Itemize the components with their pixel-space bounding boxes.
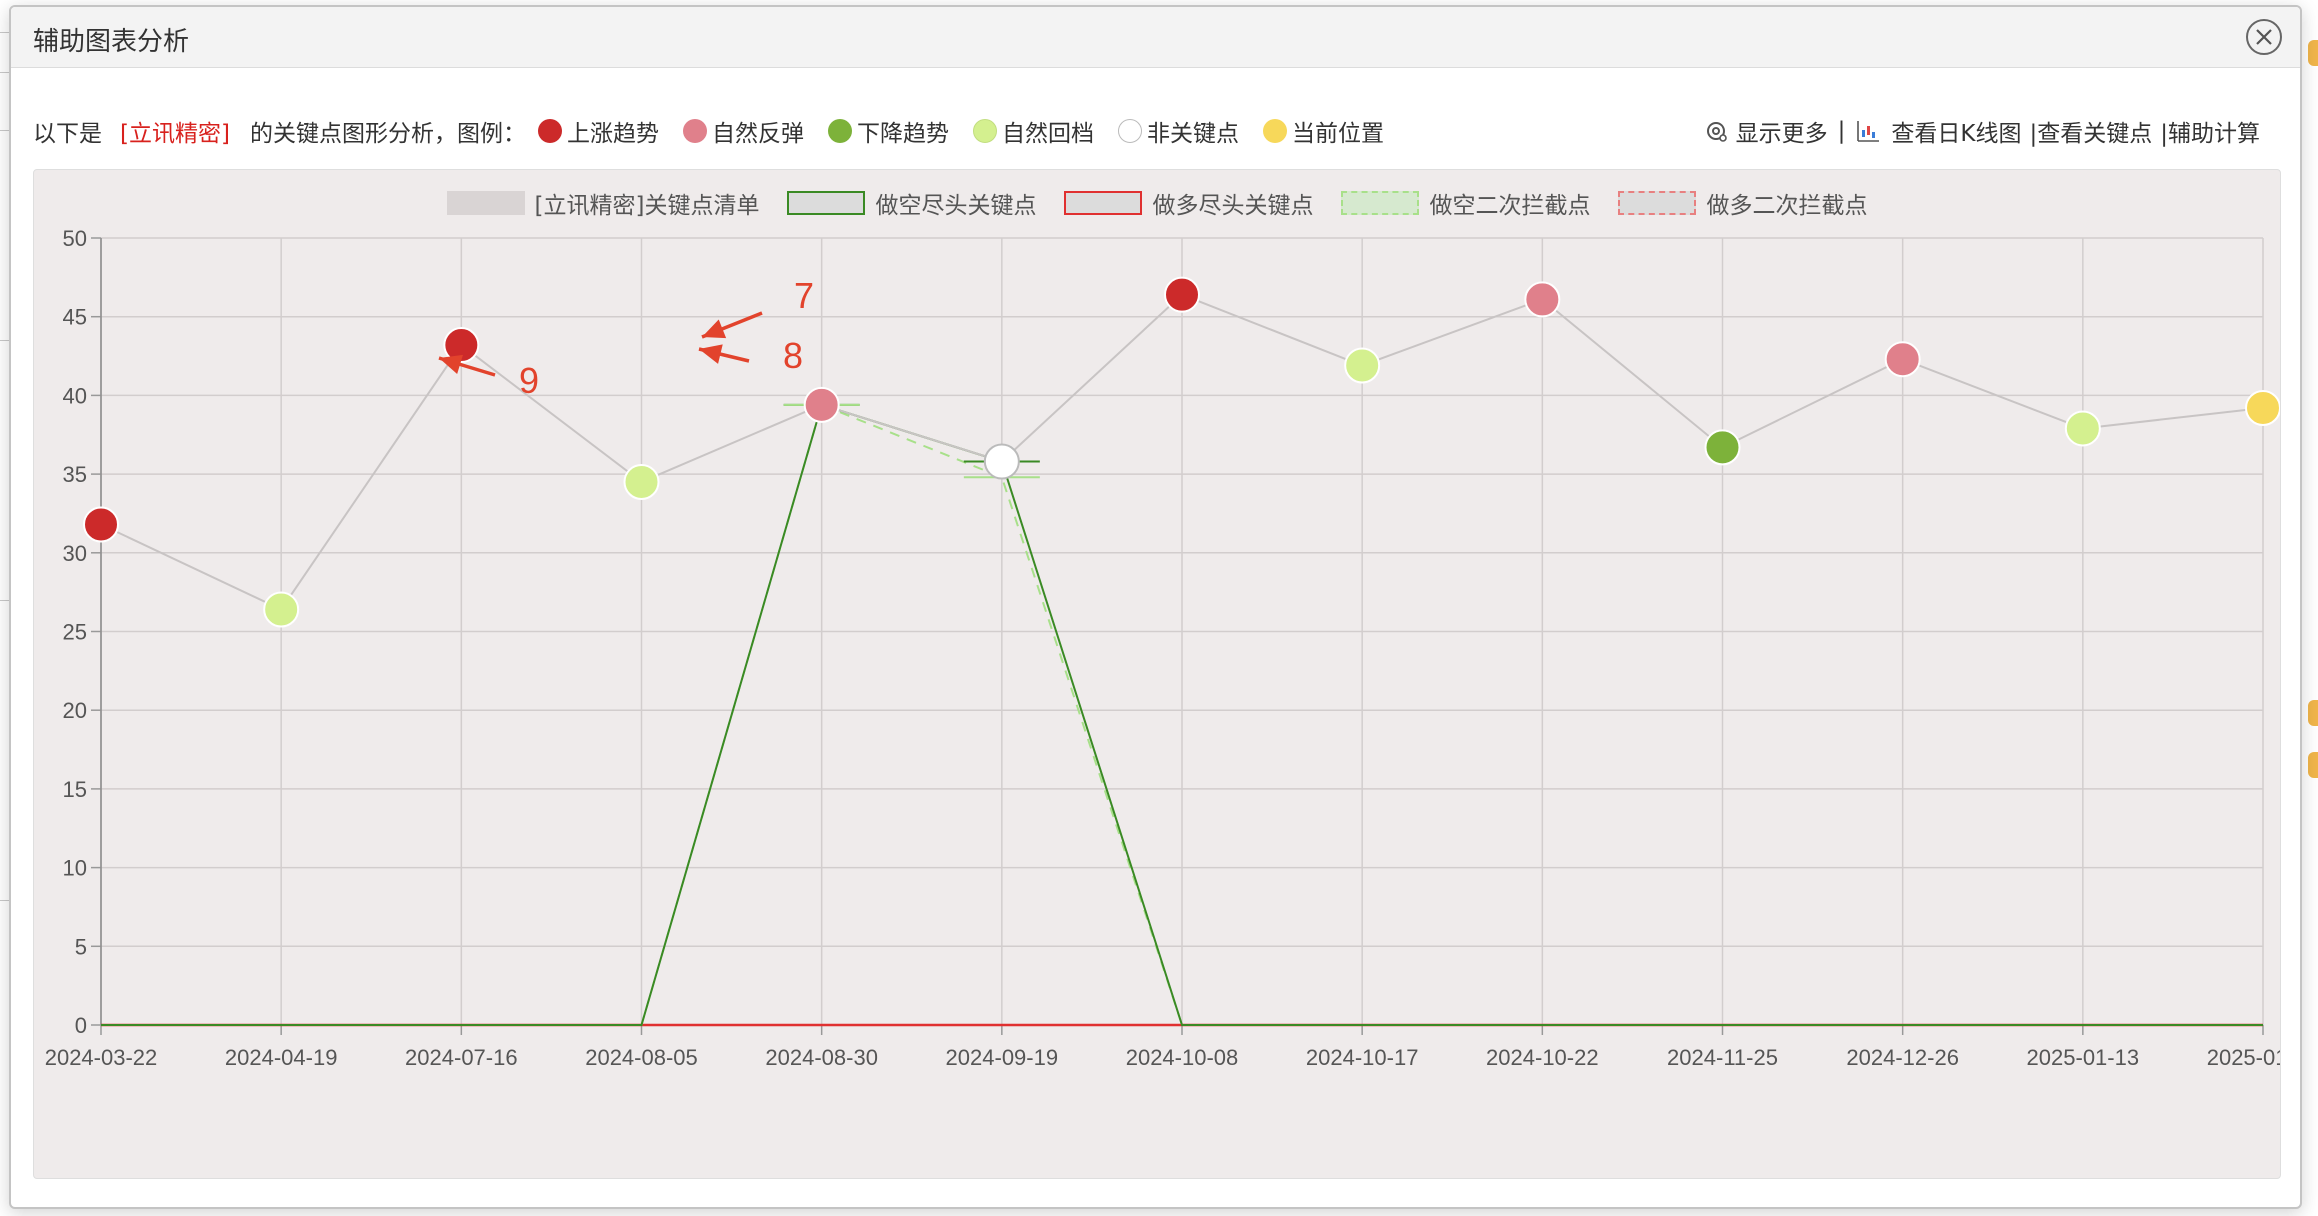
annotation-label: 8 bbox=[783, 335, 803, 376]
legend-label: 上涨趋势 bbox=[566, 121, 659, 147]
x-tick-label: 2024-09-19 bbox=[946, 1045, 1059, 1070]
x-tick-label: 2024-08-30 bbox=[765, 1045, 878, 1070]
keypoint-marker bbox=[1524, 281, 1561, 318]
keypoint-marker bbox=[2245, 389, 2280, 426]
chart-legend-label: [立讯精密]关键点清单 bbox=[534, 193, 760, 219]
intro-suffix: 的关键点图形分析，图例： bbox=[249, 121, 526, 147]
intro-prefix: 以下是 bbox=[33, 121, 102, 147]
x-tick-label: 2024-11-25 bbox=[1667, 1045, 1778, 1070]
close-button[interactable] bbox=[2246, 19, 2282, 55]
legend-dot-icon bbox=[972, 119, 997, 143]
y-tick-label: 20 bbox=[63, 698, 87, 723]
chart-legend-label: 做空二次拦截点 bbox=[1429, 193, 1591, 219]
y-tick-label: 40 bbox=[63, 383, 87, 408]
x-tick-label: 2025-01-13 bbox=[2027, 1045, 2140, 1070]
x-tick-label: 2024-10-08 bbox=[1126, 1045, 1239, 1070]
background-marker bbox=[2308, 752, 2318, 778]
chart-legend-long-end[interactable]: 做多尽头关键点 bbox=[1064, 186, 1313, 220]
annotation-label: 9 bbox=[519, 360, 539, 401]
y-tick-label: 15 bbox=[63, 777, 87, 802]
annotation-label: 7 bbox=[794, 275, 814, 316]
x-tick-label: 2024-12-26 bbox=[1846, 1045, 1959, 1070]
chart-legend-keypoints[interactable]: [立讯精密]关键点清单 bbox=[446, 186, 760, 220]
show-more-link[interactable]: 显示更多 bbox=[1736, 114, 1828, 148]
legend-label: 自然反弹 bbox=[711, 121, 804, 147]
chart-analysis-dialog: 辅助图表分析 以下是 [立讯精密] 的关键点图形分析，图例： 上涨趋势 自然反弹… bbox=[9, 5, 2302, 1209]
x-tick-label: 2024-07-16 bbox=[405, 1045, 518, 1070]
y-tick-label: 5 bbox=[75, 934, 87, 959]
keypoint-marker bbox=[263, 591, 300, 628]
y-tick-label: 45 bbox=[63, 305, 87, 330]
legend-swatch-icon bbox=[1618, 191, 1697, 215]
view-kline-link[interactable]: 查看日K线图 bbox=[1891, 114, 2021, 148]
x-tick-label: 2024-10-22 bbox=[1486, 1045, 1599, 1070]
chart-legend-long-intercept[interactable]: 做多二次拦截点 bbox=[1618, 186, 1867, 220]
legend-dot-icon bbox=[537, 119, 562, 143]
legend-current: 当前位置 bbox=[1262, 114, 1384, 148]
y-tick-label: 30 bbox=[63, 541, 87, 566]
keypoint-line-chart: 0 5 10 15 20 25 30 35 40 45 50 2024-03-22 2024-04-19… bbox=[45, 226, 2280, 1070]
keypoint-marker bbox=[803, 386, 840, 423]
chart-legend-short-end[interactable]: 做空尽头关键点 bbox=[787, 186, 1036, 220]
legend-pullback: 自然回档 bbox=[972, 114, 1094, 148]
legend-dot-icon bbox=[827, 119, 852, 143]
y-tick-label: 25 bbox=[63, 620, 87, 645]
legend-rebound: 自然反弹 bbox=[682, 114, 804, 148]
legend-falling: 下降趋势 bbox=[827, 114, 949, 148]
y-tick-label: 35 bbox=[63, 462, 87, 487]
chart-panel: 0 5 10 15 20 25 30 35 40 45 50 2024-03-22 2024-04-19… bbox=[33, 169, 2281, 1179]
legend-swatch-icon bbox=[1341, 191, 1420, 215]
legend-rising: 上涨趋势 bbox=[537, 114, 659, 148]
annotation-arrowhead bbox=[699, 344, 723, 364]
kline-chart-icon[interactable] bbox=[1855, 118, 1881, 144]
stock-name: [立讯精密] bbox=[120, 121, 230, 147]
keypoint-marker bbox=[1704, 429, 1741, 466]
close-icon bbox=[2256, 29, 2272, 45]
assist-calc-link[interactable]: |辅助计算 bbox=[2160, 114, 2260, 148]
legend-dot-icon bbox=[1262, 119, 1287, 143]
x-tick-label: 2024-08-05 bbox=[585, 1045, 698, 1070]
legend-dot-icon bbox=[682, 119, 707, 143]
keypoint-marker bbox=[1344, 347, 1381, 384]
view-keypoints-link[interactable]: |查看关键点 bbox=[2030, 114, 2153, 148]
dialog-titlebar: 辅助图表分析 bbox=[11, 7, 2300, 68]
chart-legend-label: 做多尽头关键点 bbox=[1152, 193, 1314, 219]
x-tick-label: 2024-10-17 bbox=[1306, 1045, 1419, 1070]
y-tick-label: 10 bbox=[63, 856, 87, 881]
keypoint-marker bbox=[1884, 341, 1921, 378]
x-tick-label: 2025-01-18 bbox=[2207, 1045, 2280, 1070]
background-marker bbox=[2308, 700, 2318, 726]
keypoint-marker bbox=[2064, 410, 2101, 447]
chart-legend-short-intercept[interactable]: 做空二次拦截点 bbox=[1341, 186, 1590, 220]
y-tick-label: 0 bbox=[75, 1013, 87, 1038]
legend-swatch-icon bbox=[1064, 191, 1143, 215]
dialog-toolbar: 显示更多 | 查看日K线图 |查看关键点 |辅助计算 bbox=[1704, 111, 2260, 151]
settings-icon[interactable] bbox=[1704, 118, 1730, 144]
chart-legend: [立讯精密]关键点清单 做空尽头关键点 做多尽头关键点 做空二次拦截点 做多二次… bbox=[34, 186, 2280, 220]
y-tick-label: 50 bbox=[63, 226, 87, 251]
legend-label: 下降趋势 bbox=[856, 121, 949, 147]
legend-label: 当前位置 bbox=[1291, 121, 1384, 147]
chart-legend-label: 做多二次拦截点 bbox=[1706, 193, 1868, 219]
x-tick-label: 2024-03-22 bbox=[45, 1045, 158, 1070]
legend-swatch-icon bbox=[787, 191, 866, 215]
legend-swatch-icon bbox=[446, 191, 525, 215]
chart-legend-label: 做空尽头关键点 bbox=[875, 193, 1037, 219]
legend-label: 自然回档 bbox=[1001, 121, 1094, 147]
point-legend-bar: 以下是 [立讯精密] 的关键点图形分析，图例： 上涨趋势 自然反弹 下降趋势 自… bbox=[33, 111, 1408, 151]
keypoint-marker bbox=[1164, 276, 1200, 313]
keypoint-marker bbox=[623, 463, 660, 500]
dialog-title: 辅助图表分析 bbox=[33, 27, 190, 57]
keypoint-marker bbox=[983, 443, 1020, 480]
legend-label: 非关键点 bbox=[1146, 121, 1239, 147]
keypoint-marker bbox=[83, 506, 119, 543]
legend-nonkey: 非关键点 bbox=[1117, 114, 1239, 148]
legend-dot-icon bbox=[1117, 119, 1142, 143]
toolbar-separator: | bbox=[1837, 118, 1846, 144]
x-tick-label: 2024-04-19 bbox=[225, 1045, 338, 1070]
background-marker bbox=[2308, 40, 2318, 66]
